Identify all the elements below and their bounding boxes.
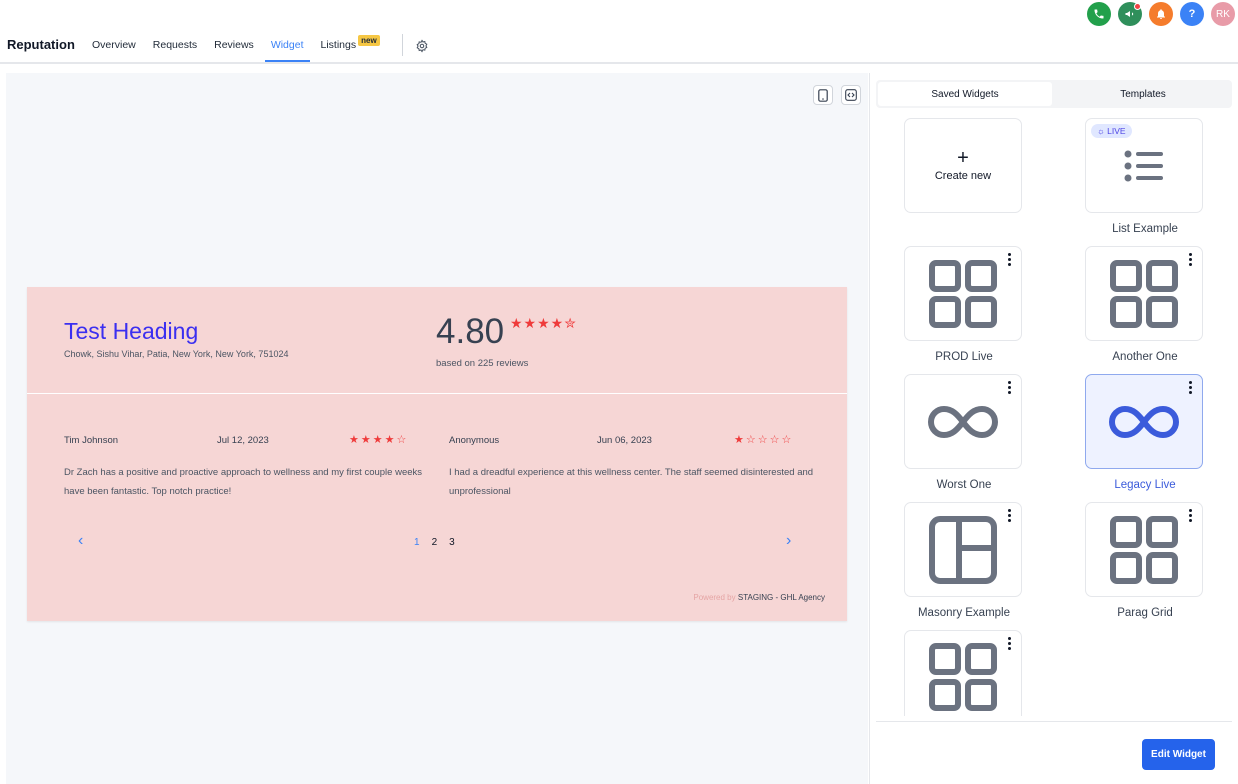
more-options-icon[interactable] <box>1008 509 1012 524</box>
review-count: based on 225 reviews <box>436 358 529 369</box>
widget-card-prod-live[interactable] <box>904 246 1022 341</box>
mobile-view-button[interactable] <box>813 85 833 105</box>
page-link[interactable]: 3 <box>449 537 455 548</box>
pagination: 1 2 3 <box>414 537 455 548</box>
widget-card-label: Worst One <box>936 479 992 491</box>
widget-card-label: List Example <box>1112 223 1178 235</box>
widget-card-label: Parag Grid <box>1117 607 1173 619</box>
reviewer-name: Anonymous <box>449 435 500 446</box>
widget-card-label: Masonry Example <box>917 607 1011 619</box>
create-new-label: Create new <box>934 170 992 182</box>
widget-card-parag-grid[interactable] <box>1085 502 1203 597</box>
widget-card-list-example[interactable]: ☼ LIVE <box>1085 118 1203 213</box>
infinity-icon <box>1109 405 1179 438</box>
powered-by: Powered by STAGING - GHL Agency <box>693 593 825 602</box>
tab-overview[interactable]: Overview <box>92 39 136 61</box>
powered-by-prefix: Powered by <box>693 593 736 602</box>
widget-preview-area: Test Heading Chowk, Sishu Vihar, Patia, … <box>6 73 868 784</box>
prev-page-arrow[interactable]: ‹ <box>78 532 83 550</box>
tab-requests[interactable]: Requests <box>153 39 197 61</box>
page-link[interactable]: 2 <box>432 537 438 548</box>
widget-panel: Saved Widgets Templates + Create new ☼ L… <box>869 73 1238 784</box>
new-badge: new <box>358 35 380 46</box>
grid-icon <box>1110 515 1178 584</box>
tab-widget[interactable]: Widget <box>264 39 310 62</box>
widget-card[interactable] <box>904 630 1022 716</box>
gear-icon[interactable] <box>415 39 429 53</box>
main-nav: Overview Requests Reviews Widget Listing… <box>92 35 397 62</box>
code-icon <box>845 89 857 101</box>
reviewer-name: Tim Johnson <box>64 435 119 446</box>
review-widget: Test Heading Chowk, Sishu Vihar, Patia, … <box>27 287 847 621</box>
live-badge: ☼ LIVE <box>1091 124 1132 138</box>
avatar[interactable]: RK <box>1211 2 1235 26</box>
rating-stars: ★★★★✮ <box>510 315 577 331</box>
mobile-icon <box>818 88 828 102</box>
more-options-icon[interactable] <box>1189 509 1193 524</box>
help-icon[interactable]: ? <box>1180 2 1204 26</box>
more-options-icon[interactable] <box>1008 381 1012 396</box>
review-stars: ★★★★☆ <box>349 434 409 446</box>
tab-listings-label: Listings <box>320 39 357 51</box>
review-text: Dr Zach has a positive and proactive app… <box>64 467 423 497</box>
widget-card-label: PROD Live <box>935 351 993 363</box>
top-icon-bar: ? RK <box>1087 2 1235 26</box>
more-options-icon[interactable] <box>1008 253 1012 268</box>
more-options-icon[interactable] <box>1008 637 1012 652</box>
bell-icon[interactable] <box>1149 2 1173 26</box>
top-bar: Reputation Overview Requests Reviews Wid… <box>0 0 1238 64</box>
widget-card-another-one[interactable] <box>1085 246 1203 341</box>
tab-reviews[interactable]: Reviews <box>214 39 254 61</box>
megaphone-icon[interactable] <box>1118 2 1142 26</box>
grid-icon <box>1110 259 1178 328</box>
panel-footer-divider <box>876 721 1232 722</box>
app-title: Reputation <box>7 37 75 52</box>
widget-card-legacy-live[interactable] <box>1085 374 1203 469</box>
widget-card-masonry-example[interactable] <box>904 502 1022 597</box>
infinity-icon <box>928 405 998 438</box>
review-text: I had a dreadful experience at this well… <box>449 467 814 497</box>
widget-card-label: Another One <box>1112 351 1178 363</box>
widget-card-label: Legacy Live <box>1114 479 1176 491</box>
review-date: Jul 12, 2023 <box>217 435 269 446</box>
notification-dot <box>1134 3 1141 10</box>
grid-icon <box>929 259 997 328</box>
plus-icon: + <box>957 147 969 169</box>
page-link[interactable]: 1 <box>414 537 420 548</box>
more-options-icon[interactable] <box>1189 381 1193 396</box>
next-page-arrow[interactable]: › <box>786 532 791 550</box>
review-stars: ★☆☆☆☆ <box>734 434 794 446</box>
tab-saved-widgets[interactable]: Saved Widgets <box>878 82 1052 106</box>
widget-card-worst-one[interactable] <box>904 374 1022 469</box>
masonry-icon <box>929 515 997 584</box>
tab-templates[interactable]: Templates <box>1056 82 1230 106</box>
average-rating: 4.80 <box>436 312 505 351</box>
tab-listings[interactable]: Listings new <box>320 35 380 61</box>
create-new-card[interactable]: + Create new <box>904 118 1022 213</box>
widget-title: Test Heading <box>64 318 199 344</box>
widget-address: Chowk, Sishu Vihar, Patia, New York, New… <box>64 349 289 359</box>
powered-by-agency: STAGING - GHL Agency <box>737 593 825 602</box>
list-icon <box>1124 150 1163 181</box>
panel-tabs: Saved Widgets Templates <box>876 80 1232 108</box>
nav-divider <box>402 34 403 56</box>
widget-header: Test Heading Chowk, Sishu Vihar, Patia, … <box>27 287 847 394</box>
more-options-icon[interactable] <box>1189 253 1193 268</box>
phone-icon[interactable] <box>1087 2 1111 26</box>
edit-widget-button[interactable]: Edit Widget <box>1142 739 1215 770</box>
grid-icon <box>929 643 997 711</box>
embed-code-button[interactable] <box>841 85 861 105</box>
review-date: Jun 06, 2023 <box>597 435 652 446</box>
